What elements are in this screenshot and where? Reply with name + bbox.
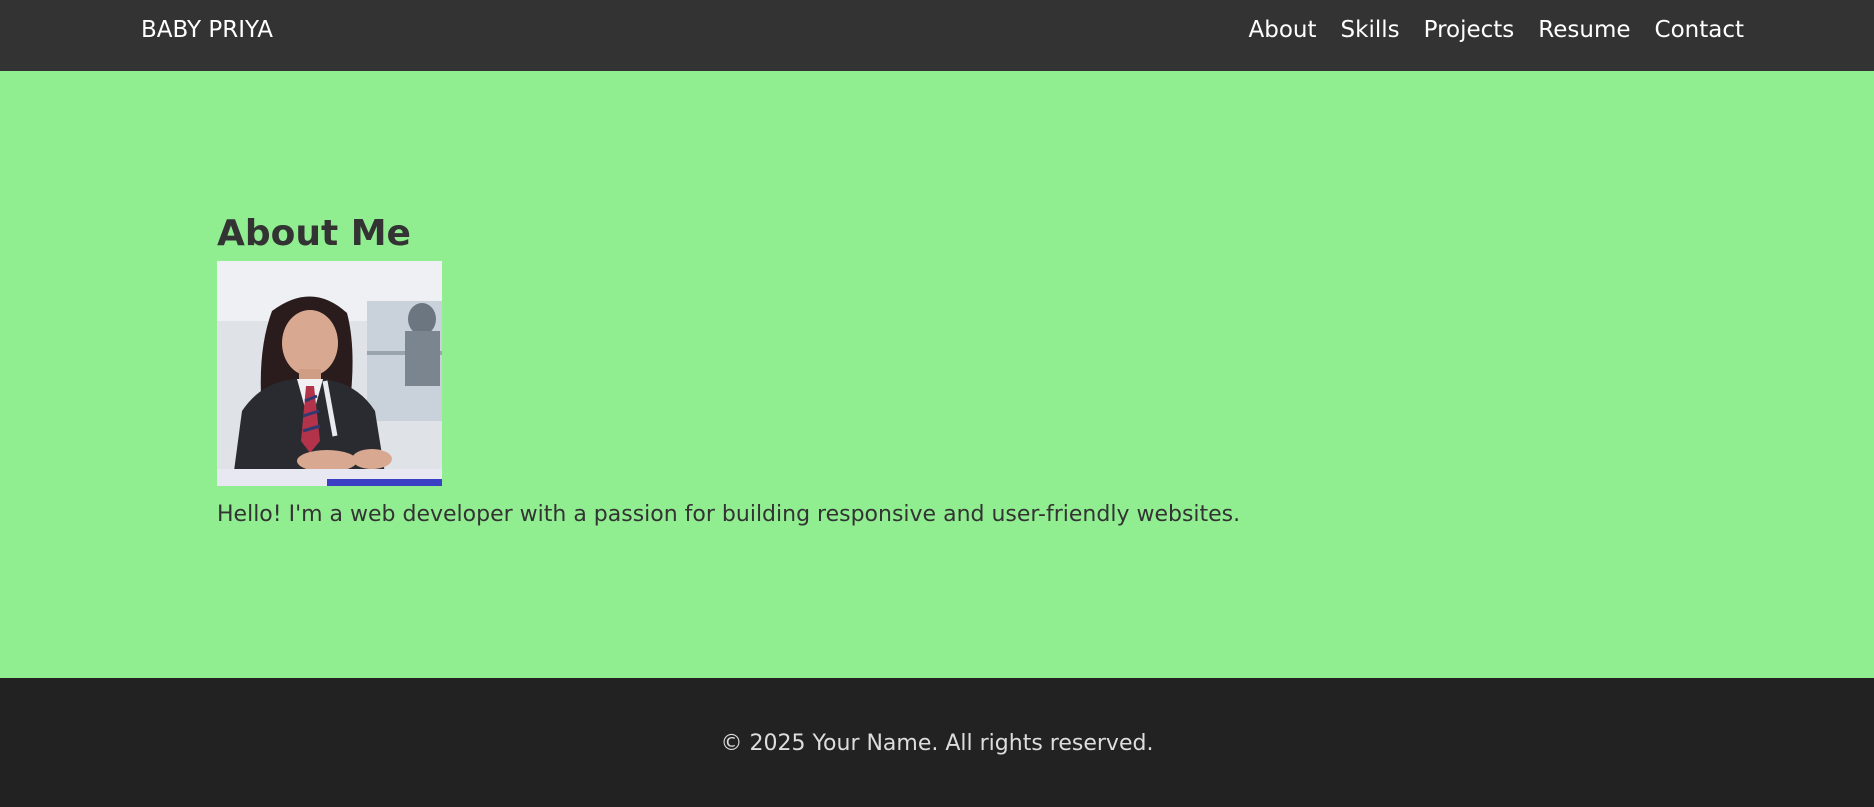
nav-links: About Skills Projects Resume Contact xyxy=(1225,0,1744,60)
nav-link-skills[interactable]: Skills xyxy=(1341,0,1400,60)
footer: © 2025 Your Name. All rights reserved. xyxy=(0,678,1874,807)
profile-photo xyxy=(217,261,442,486)
footer-copyright: © 2025 Your Name. All rights reserved. xyxy=(720,731,1154,756)
about-description: Hello! I'm a web developer with a passio… xyxy=(217,502,1241,527)
brand-logo-link[interactable]: BABY PRIYA xyxy=(141,0,273,60)
navbar: BABY PRIYA About Skills Projects Resume … xyxy=(0,0,1874,71)
about-heading: About Me xyxy=(217,213,411,254)
nav-link-contact[interactable]: Contact xyxy=(1655,0,1744,60)
nav-link-about[interactable]: About xyxy=(1249,0,1317,60)
nav-link-projects[interactable]: Projects xyxy=(1424,0,1515,60)
nav-link-resume[interactable]: Resume xyxy=(1538,0,1630,60)
about-section: About Me Hello! I'm a web developer with xyxy=(0,71,1874,678)
